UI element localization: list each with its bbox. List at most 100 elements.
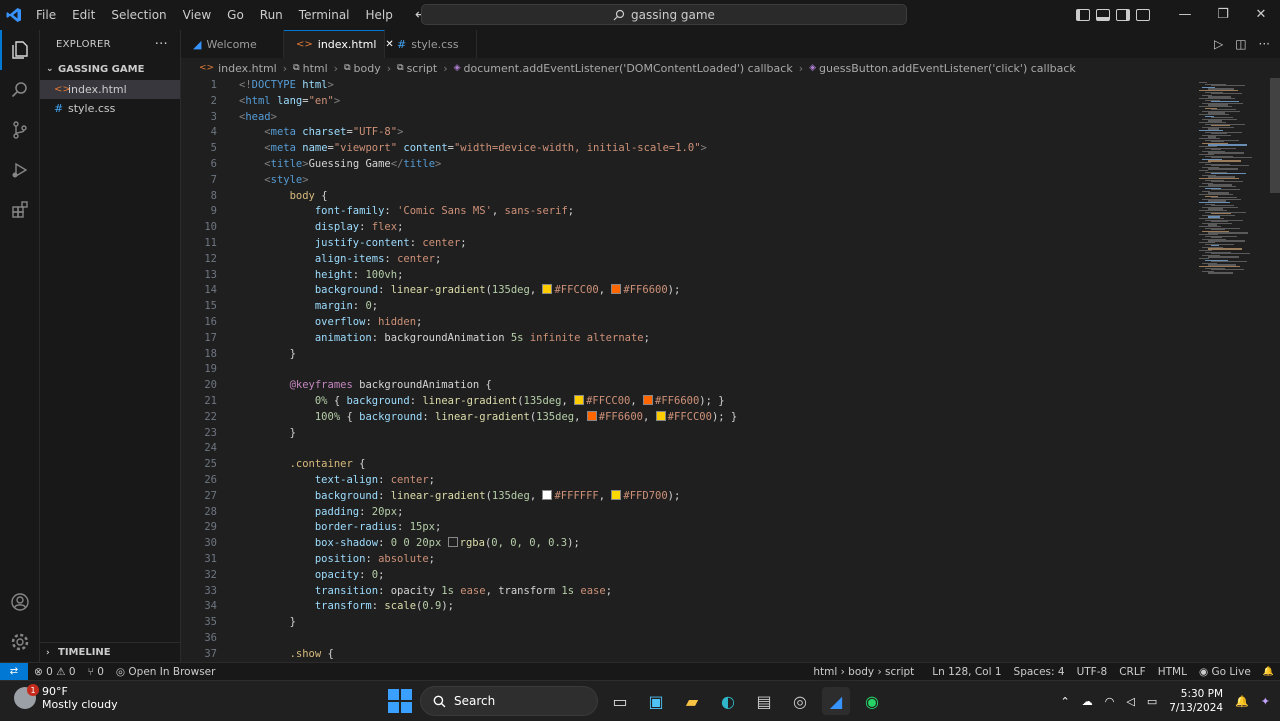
file-explorer-icon[interactable]: ▰: [678, 687, 706, 715]
code-line[interactable]: 28 padding: 20px;: [181, 505, 1191, 521]
volume-icon[interactable]: ◁: [1126, 695, 1134, 708]
toggle-panel-icon[interactable]: [1096, 9, 1110, 21]
code-line[interactable]: 20 @keyframes backgroundAnimation {: [181, 378, 1191, 394]
code-line[interactable]: 15 margin: 0;: [181, 299, 1191, 315]
color-swatch[interactable]: [447, 537, 458, 548]
code-line[interactable]: 16 overflow: hidden;: [181, 315, 1191, 331]
windows-start-icon[interactable]: [388, 689, 412, 713]
code-line[interactable]: 30 box-shadow: 0 0 20px rgba(0, 0, 0, 0.…: [181, 536, 1191, 552]
code-line[interactable]: 37 .show {: [181, 647, 1191, 662]
menu-edit[interactable]: Edit: [64, 0, 103, 30]
onedrive-cloud-icon[interactable]: ☁: [1082, 695, 1093, 708]
code-line[interactable]: 14 background: linear-gradient(135deg, #…: [181, 283, 1191, 299]
microsoft-store-icon[interactable]: ▤: [750, 687, 778, 715]
encoding[interactable]: UTF-8: [1071, 666, 1114, 678]
code-line[interactable]: 18 }: [181, 347, 1191, 363]
color-swatch[interactable]: [611, 284, 622, 295]
cursor-position[interactable]: Ln 128, Col 1: [926, 666, 1007, 678]
code-line[interactable]: 3 <head>: [181, 110, 1191, 126]
color-swatch[interactable]: [643, 395, 654, 405]
code-line[interactable]: 10 display: flex;: [181, 220, 1191, 236]
problems-count[interactable]: ⊗ 0 ⚠ 0: [28, 666, 82, 678]
remote-indicator-icon[interactable]: ⇄: [0, 662, 28, 681]
clock[interactable]: 5:30 PM 7/13/2024: [1169, 687, 1223, 715]
tab-welcome[interactable]: ◢ Welcome: [181, 30, 284, 58]
run-file-icon[interactable]: ▷: [1214, 37, 1223, 51]
tab-index-html[interactable]: <> index.html ✕: [284, 30, 394, 58]
menu-help[interactable]: Help: [358, 0, 401, 30]
menu-go[interactable]: Go: [219, 0, 252, 30]
color-swatch[interactable]: [542, 284, 553, 295]
code-line[interactable]: 35 }: [181, 615, 1191, 631]
source-control-icon[interactable]: [0, 110, 40, 150]
scrollbar-thumb[interactable]: [1270, 78, 1280, 193]
extensions-icon[interactable]: [0, 190, 40, 230]
code-line[interactable]: 25 .container {: [181, 457, 1191, 473]
restore-button[interactable]: ❐: [1204, 0, 1242, 30]
language-path[interactable]: html › body › script: [807, 666, 920, 678]
code-line[interactable]: 34 transform: scale(0.9);: [181, 599, 1191, 615]
run-debug-icon[interactable]: [0, 150, 40, 190]
menu-run[interactable]: Run: [252, 0, 291, 30]
close-window-button[interactable]: ✕: [1242, 0, 1280, 30]
code-line[interactable]: 19: [181, 362, 1191, 378]
chrome-icon[interactable]: ◎: [786, 687, 814, 715]
code-line[interactable]: 13 height: 100vh;: [181, 268, 1191, 284]
code-line[interactable]: 11 justify-content: center;: [181, 236, 1191, 252]
code-line[interactable]: 31 position: absolute;: [181, 552, 1191, 568]
go-live-button[interactable]: ◉ Go Live: [1193, 666, 1257, 678]
split-editor-icon[interactable]: ◫: [1235, 37, 1246, 51]
notifications-bell-icon[interactable]: 🔔: [1257, 667, 1280, 677]
end-of-line[interactable]: CRLF: [1113, 666, 1152, 678]
breadcrumb-item-click-callback[interactable]: guessButton.addEventListener('click') ca…: [819, 62, 1076, 75]
manage-gear-icon[interactable]: [0, 622, 40, 662]
language-mode[interactable]: HTML: [1152, 666, 1193, 678]
widgets-icon[interactable]: ▣: [642, 687, 670, 715]
notification-bell-icon[interactable]: 🔔: [1235, 695, 1249, 708]
color-swatch[interactable]: [574, 395, 585, 405]
command-center-search[interactable]: gassing game: [421, 4, 907, 25]
color-swatch[interactable]: [542, 489, 553, 500]
code-line[interactable]: 4 <meta charset="UTF-8">: [181, 125, 1191, 141]
more-actions-icon[interactable]: ···: [155, 37, 168, 52]
code-line[interactable]: 22 100% { background: linear-gradient(13…: [181, 410, 1191, 426]
open-in-browser-button[interactable]: ◎ Open In Browser: [110, 666, 222, 678]
editor-scrollbar[interactable]: [1268, 78, 1280, 662]
code-editor[interactable]: 1 <!DOCTYPE html> 2 <html lang="en"> 3 <head>…: [181, 78, 1191, 662]
breadcrumb-item-domcontentloaded[interactable]: document.addEventListener('DOMContentLoa…: [464, 62, 793, 75]
toggle-primary-sidebar-icon[interactable]: [1076, 9, 1090, 21]
toggle-secondary-sidebar-icon[interactable]: [1116, 9, 1130, 21]
tab-style-css[interactable]: # style.css: [385, 30, 477, 58]
minimap[interactable]: [1191, 78, 1267, 662]
code-line[interactable]: 29 border-radius: 15px;: [181, 520, 1191, 536]
code-line[interactable]: 2 <html lang="en">: [181, 94, 1191, 110]
color-swatch[interactable]: [611, 489, 622, 500]
accounts-icon[interactable]: [0, 582, 40, 622]
menu-view[interactable]: View: [175, 0, 219, 30]
file-item-style-css[interactable]: # style.css: [40, 99, 180, 118]
code-line[interactable]: 9 font-family: 'Comic Sans MS', sans-ser…: [181, 204, 1191, 220]
chevron-up-icon[interactable]: ⌃: [1061, 695, 1070, 708]
folder-gassing-game[interactable]: ⌄ GASSING GAME: [40, 58, 180, 80]
code-line[interactable]: 33 transition: opacity 1s ease, transfor…: [181, 584, 1191, 600]
code-line[interactable]: 8 body {: [181, 189, 1191, 205]
code-line[interactable]: 27 background: linear-gradient(135deg, #…: [181, 489, 1191, 505]
battery-icon[interactable]: ▭: [1147, 695, 1157, 708]
code-line[interactable]: 17 animation: backgroundAnimation 5s inf…: [181, 331, 1191, 347]
color-swatch[interactable]: [586, 410, 597, 421]
code-line[interactable]: 23 }: [181, 426, 1191, 442]
taskbar-search[interactable]: Search: [420, 686, 598, 716]
minimize-button[interactable]: —: [1166, 0, 1204, 30]
code-line[interactable]: 1 <!DOCTYPE html>: [181, 78, 1191, 94]
customize-layout-icon[interactable]: [1136, 9, 1150, 21]
task-view-icon[interactable]: ▭: [606, 687, 634, 715]
breadcrumb-item-body[interactable]: body: [354, 62, 381, 75]
weather-widget[interactable]: 1 90°F Mostly cloudy: [14, 684, 118, 711]
code-line[interactable]: 5 <meta name="viewport" content="width=d…: [181, 141, 1191, 157]
whatsapp-icon[interactable]: ◉: [858, 687, 886, 715]
breadcrumb-item-html[interactable]: html: [303, 62, 328, 75]
code-line[interactable]: 32 opacity: 0;: [181, 568, 1191, 584]
menu-file[interactable]: File: [28, 0, 64, 30]
menu-terminal[interactable]: Terminal: [291, 0, 358, 30]
search-icon[interactable]: [0, 70, 40, 110]
